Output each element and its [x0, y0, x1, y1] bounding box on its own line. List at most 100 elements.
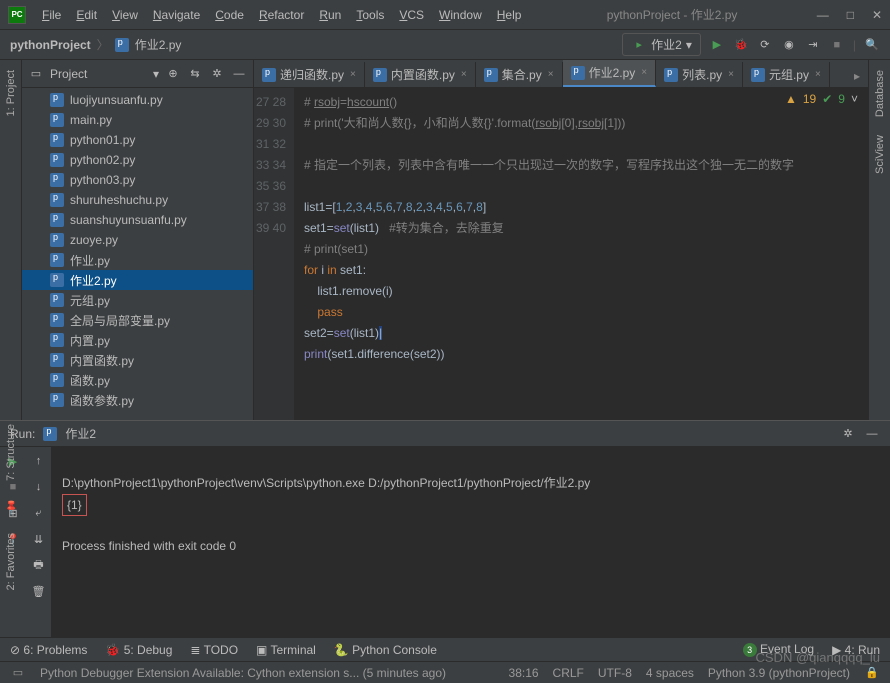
- tree-item[interactable]: 作业.py: [22, 250, 253, 270]
- encoding[interactable]: UTF-8: [598, 666, 632, 680]
- lock-icon[interactable]: 🔒: [864, 665, 880, 681]
- close-tab-icon[interactable]: ×: [461, 69, 467, 80]
- python-file-icon: [484, 68, 498, 82]
- profile-button[interactable]: ◉: [781, 37, 797, 53]
- hide-icon[interactable]: —: [864, 426, 880, 442]
- coverage-button[interactable]: ⟳: [757, 37, 773, 53]
- print-icon[interactable]: 🖶: [31, 557, 47, 573]
- menu-code[interactable]: Code: [209, 5, 250, 25]
- menu-run[interactable]: Run: [313, 5, 347, 25]
- tree-item[interactable]: 函数.py: [22, 370, 253, 390]
- up-icon[interactable]: ↑: [31, 453, 47, 469]
- menu-file[interactable]: File: [36, 5, 67, 25]
- editor-tab[interactable]: 递归函数.py×: [254, 62, 365, 87]
- close-tab-icon[interactable]: ×: [641, 67, 647, 78]
- python-file-icon: [664, 68, 678, 82]
- tab-label: 元组.py: [769, 66, 809, 83]
- run-button[interactable]: ▶: [709, 37, 725, 53]
- close-button[interactable]: ✕: [872, 8, 882, 22]
- menu-edit[interactable]: Edit: [70, 5, 103, 25]
- gear-icon[interactable]: ✲: [209, 66, 225, 82]
- console-exit: Process finished with exit code 0: [62, 539, 236, 553]
- project-view-icon[interactable]: ▭: [28, 66, 44, 82]
- hide-icon[interactable]: —: [231, 66, 247, 82]
- terminal-tab[interactable]: ▣ Terminal: [256, 643, 316, 657]
- attach-button[interactable]: ⇥: [805, 37, 821, 53]
- ok-count: 9: [838, 92, 845, 106]
- app-logo: PC: [8, 6, 26, 24]
- close-tab-icon[interactable]: ×: [728, 69, 734, 80]
- debug-tab[interactable]: 🐞 5: Debug: [105, 643, 172, 657]
- menu-vcs[interactable]: VCS: [393, 5, 430, 25]
- ok-icon[interactable]: ✔: [822, 92, 832, 106]
- run-config-dropdown[interactable]: ▸ 作业2 ▾: [622, 33, 701, 56]
- interpreter[interactable]: Python 3.9 (pythonProject): [708, 666, 850, 680]
- tree-item[interactable]: 内置.py: [22, 330, 253, 350]
- search-everywhere-button[interactable]: 🔍: [864, 37, 880, 53]
- tree-item[interactable]: zuoye.py: [22, 230, 253, 250]
- line-sep[interactable]: CRLF: [553, 666, 584, 680]
- favorites-tool-tab[interactable]: 2: Favorites: [3, 529, 19, 594]
- stop-button[interactable]: ■: [829, 37, 845, 53]
- locate-icon[interactable]: ⊕: [165, 66, 181, 82]
- close-tab-icon[interactable]: ×: [815, 69, 821, 80]
- todo-tab[interactable]: ≣ TODO: [190, 643, 238, 657]
- python-file-icon: [50, 253, 64, 267]
- project-tool-tab[interactable]: 1: Project: [3, 66, 19, 120]
- editor-tab[interactable]: 集合.py×: [476, 62, 563, 87]
- problems-tab[interactable]: ⊘ 6: Problems: [10, 643, 87, 657]
- menu-navigate[interactable]: Navigate: [147, 5, 206, 25]
- tree-item[interactable]: 元组.py: [22, 290, 253, 310]
- editor-tab[interactable]: 列表.py×: [656, 62, 743, 87]
- tree-item[interactable]: 内置函数.py: [22, 350, 253, 370]
- pin-icon[interactable]: 📌: [0, 496, 22, 519]
- editor-tab[interactable]: 作业2.py×: [563, 60, 657, 87]
- tree-item[interactable]: luojiyunsuanfu.py: [22, 90, 253, 110]
- trash-icon[interactable]: 🗑: [31, 583, 47, 599]
- tree-item[interactable]: python02.py: [22, 150, 253, 170]
- caret-pos[interactable]: 38:16: [509, 666, 539, 680]
- tree-item[interactable]: shuruheshuchu.py: [22, 190, 253, 210]
- menu-window[interactable]: Window: [433, 5, 488, 25]
- warning-icon[interactable]: ▲: [785, 92, 797, 106]
- editor-tab[interactable]: 元组.py ×: [743, 62, 830, 87]
- tab-overflow-icon[interactable]: ▸: [846, 65, 868, 87]
- tree-item[interactable]: 函数参数.py: [22, 390, 253, 410]
- database-tool-tab[interactable]: Database: [872, 66, 888, 121]
- wrap-icon[interactable]: ⤶: [31, 505, 47, 521]
- debug-button[interactable]: 🐞: [733, 37, 749, 53]
- down-icon[interactable]: ↓: [31, 479, 47, 495]
- gear-icon[interactable]: ✲: [840, 426, 856, 442]
- run-tab[interactable]: ▶ 4: Run: [832, 643, 880, 657]
- menu-refactor[interactable]: Refactor: [253, 5, 310, 25]
- inspector-chevron-icon[interactable]: ˅: [851, 92, 858, 106]
- tree-item[interactable]: 全局与局部变量.py: [22, 310, 253, 330]
- event-log-tab[interactable]: 3 Event Log: [743, 642, 814, 657]
- chevron-down-icon[interactable]: ▾: [153, 67, 159, 81]
- status-icon[interactable]: ▭: [10, 665, 26, 681]
- run-panel-config[interactable]: 作业2: [65, 425, 96, 442]
- tree-item[interactable]: suanshuyunsuanfu.py: [22, 210, 253, 230]
- menu-view[interactable]: View: [106, 5, 144, 25]
- close-tab-icon[interactable]: ×: [548, 69, 554, 80]
- scroll-icon[interactable]: ⇊: [31, 531, 47, 547]
- close-tab-icon[interactable]: ×: [350, 69, 356, 80]
- minimize-button[interactable]: ―: [817, 8, 829, 22]
- indent[interactable]: 4 spaces: [646, 666, 694, 680]
- tree-item[interactable]: python01.py: [22, 130, 253, 150]
- maximize-button[interactable]: □: [847, 8, 854, 22]
- tree-item[interactable]: 作业2.py: [22, 270, 253, 290]
- collapse-icon[interactable]: ⇆: [187, 66, 203, 82]
- menu-help[interactable]: Help: [491, 5, 528, 25]
- file-name: luojiyunsuanfu.py: [70, 93, 163, 107]
- tree-item[interactable]: main.py: [22, 110, 253, 130]
- breadcrumb-file[interactable]: 作业2.py: [135, 36, 182, 53]
- tree-item[interactable]: python03.py: [22, 170, 253, 190]
- menu-tools[interactable]: Tools: [350, 5, 390, 25]
- python-console-tab[interactable]: 🐍 Python Console: [334, 643, 437, 657]
- editor-tab[interactable]: 内置函数.py×: [365, 62, 476, 87]
- file-name: suanshuyunsuanfu.py: [70, 213, 187, 227]
- breadcrumb-project[interactable]: pythonProject: [10, 38, 91, 52]
- sciview-tool-tab[interactable]: SciView: [872, 131, 888, 178]
- structure-tool-tab[interactable]: 7: Structure: [3, 420, 19, 485]
